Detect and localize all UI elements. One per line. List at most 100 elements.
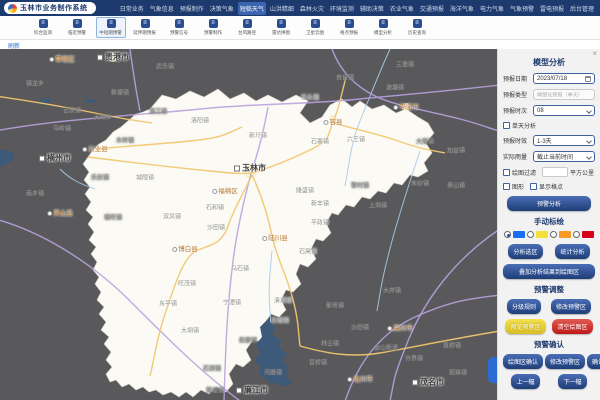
calendar-icon[interactable] (585, 76, 591, 82)
graph-label: 图形 (512, 182, 524, 191)
chevron-down-icon (586, 154, 592, 160)
toolbar-item-label: 预警信号 (170, 29, 188, 35)
warning-confirm-buttons: 绘图区确认修改预警区确认等级 (503, 354, 595, 369)
manual-plot-button-1[interactable]: 分析选区 (508, 244, 542, 259)
app-header: 玉林市业务制作系统 日常业务气象信息预报制作决策气象短临天气山洪精细森林火灾环境… (0, 0, 600, 16)
warning-confirm-button-2[interactable]: 修改预警区 (545, 354, 585, 369)
color-swatch (559, 231, 571, 238)
frame-nav-button-2[interactable]: 下一幅 (558, 374, 586, 389)
toolbar-item-1[interactable]: ≡综合监测 (28, 17, 58, 38)
plot-color-options (504, 231, 594, 238)
single-day-label: 单天分析 (512, 121, 536, 130)
rain-select[interactable]: 截止当前时间 (533, 151, 595, 162)
plot-color-radio-2[interactable] (527, 231, 548, 238)
nav-item-3[interactable]: 预报制作 (178, 2, 206, 15)
forecast-time-label: 预报时次 (503, 106, 531, 115)
frame-nav-button-1[interactable]: 上一幅 (511, 374, 539, 389)
toolbar-item-8[interactable]: ≡雷达拼图 (266, 17, 296, 38)
area-filter-unit: 平方公里 (570, 168, 594, 177)
warning-adjust-button-1[interactable]: 分级规则 (507, 299, 541, 314)
warning-adjust-button-b-1[interactable]: 预览预警区 (505, 319, 545, 334)
chevron-down-icon (586, 138, 592, 144)
validity-value: 1-3天 (537, 136, 552, 145)
warning-adjust-buttons-row2: 预览预警区清空绘图区 (503, 319, 595, 334)
toolbar-item-icon: ≡ (413, 19, 422, 28)
toolbar-item-3[interactable]: ≡中短期预警 (96, 17, 126, 38)
toolbar-item-icon: ≡ (39, 19, 48, 28)
toolbar-item-label: 延伸期预报 (134, 29, 157, 35)
color-swatch (582, 231, 594, 238)
area-filter-checkbox[interactable] (503, 169, 510, 176)
area-filter-input[interactable] (542, 167, 568, 177)
frame-nav-buttons: 上一幅 下一幅 (503, 374, 595, 389)
graph-checkbox[interactable] (503, 183, 510, 190)
toolbar-item-2[interactable]: ≡临近预警 (62, 17, 92, 38)
forecast-time-select[interactable]: 08 (533, 105, 595, 116)
nav-item-12[interactable]: 海洋气象 (448, 2, 476, 15)
toolbar-item-4[interactable]: ≡延伸期预报 (130, 17, 160, 38)
radio-icon (527, 231, 534, 238)
forecast-time-value: 08 (537, 108, 544, 114)
warning-confirm-button-3[interactable]: 确认等级 (587, 354, 600, 369)
toolbar-item-icon: ≡ (175, 19, 184, 28)
toolbar-item-11[interactable]: ≡模型分析 (368, 17, 398, 38)
nav-item-6[interactable]: 山洪精细 (268, 2, 296, 15)
close-icon[interactable]: × (592, 50, 597, 58)
toolbar-item-7[interactable]: ≡台风路径 (232, 17, 262, 38)
rain-label: 实际雨量 (503, 152, 531, 161)
overlay-result-button[interactable]: 叠加分析结果到绘图区 (503, 264, 595, 279)
toolbar-item-label: 临近预警 (68, 29, 86, 35)
nav-item-7[interactable]: 森林火灾 (298, 2, 326, 15)
plot-color-radio-3[interactable] (550, 231, 571, 238)
manual-plot-button-2[interactable]: 统计分析 (555, 244, 589, 259)
toolbar-item-icon: ≡ (73, 19, 82, 28)
top-navigation: 日常业务气象信息预报制作决策气象短临天气山洪精细森林火灾环境监测辅助决策农业气象… (118, 2, 596, 15)
toolbar-item-label: 卫星云图 (306, 29, 324, 35)
forecast-date-input[interactable]: 2023/07/18 (533, 73, 595, 84)
breadcrumb-bar: 刷新 (0, 40, 600, 49)
toolbar-item-6[interactable]: ≡预警制作 (198, 17, 228, 38)
single-day-checkbox[interactable] (503, 122, 510, 129)
toolbar-item-label: 预警制作 (204, 29, 222, 35)
show-grid-checkbox[interactable] (530, 183, 537, 190)
toolbar-item-label: 模型分析 (374, 29, 392, 35)
radio-icon (550, 231, 557, 238)
warning-confirm-button-1[interactable]: 绘图区确认 (503, 354, 543, 369)
nav-item-8[interactable]: 环境监测 (328, 2, 356, 15)
nav-item-5[interactable]: 短临天气 (238, 2, 266, 15)
manual-plot-buttons: 分析选区统计分析 (503, 244, 595, 259)
sidebar-collapse-handle[interactable] (488, 357, 497, 383)
forecast-date-label: 预报日期 (503, 74, 531, 83)
nav-item-16[interactable]: 后台管理 (568, 2, 596, 15)
toolbar-item-9[interactable]: ≡卫星云图 (300, 17, 330, 38)
nav-item-10[interactable]: 农业气象 (388, 2, 416, 15)
radio-icon (504, 231, 511, 238)
toolbar-item-5[interactable]: ≡预警信号 (164, 17, 194, 38)
color-swatch (536, 231, 548, 238)
nav-item-14[interactable]: 气象预警 (508, 2, 536, 15)
nav-item-9[interactable]: 辅助决策 (358, 2, 386, 15)
area-filter-label: 绘图过滤 (512, 168, 536, 177)
nav-item-2[interactable]: 气象信息 (148, 2, 176, 15)
panel-title: 模型分析 (503, 57, 595, 68)
radio-icon (573, 231, 580, 238)
warning-analyze-button[interactable]: 预警分析 (507, 196, 592, 211)
warning-adjust-button-b-2[interactable]: 清空绘图区 (552, 319, 592, 334)
nav-item-4[interactable]: 决策气象 (208, 2, 236, 15)
forecast-date-value: 2023/07/18 (537, 76, 567, 82)
nav-item-11[interactable]: 交通预报 (418, 2, 446, 15)
nav-item-1[interactable]: 日常业务 (118, 2, 146, 15)
toolbar-item-10[interactable]: ≡格点预报 (334, 17, 364, 38)
manual-plot-title: 手动标绘 (503, 216, 595, 227)
nav-item-15[interactable]: 雷电预报 (538, 2, 566, 15)
plot-color-radio-4[interactable] (573, 231, 594, 238)
toolbar-item-label: 格点预报 (340, 29, 358, 35)
toolbar-item-12[interactable]: ≡历史查询 (402, 17, 432, 38)
warning-adjust-button-2[interactable]: 修改预警区 (551, 299, 591, 314)
nav-item-13[interactable]: 电力气象 (478, 2, 506, 15)
validity-select[interactable]: 1-3天 (533, 135, 595, 146)
map-canvas[interactable]: 覃塘区贵港市武乐镇镇龙乡新塘镇云表镇大岭乡湛江镇木梓镇马岭镇横州市乐民镇南乡镇灵… (0, 49, 497, 400)
toolbar-item-icon: ≡ (345, 19, 354, 28)
plot-color-radio-1[interactable] (504, 231, 525, 238)
toolbar-item-label: 历史查询 (408, 29, 426, 35)
